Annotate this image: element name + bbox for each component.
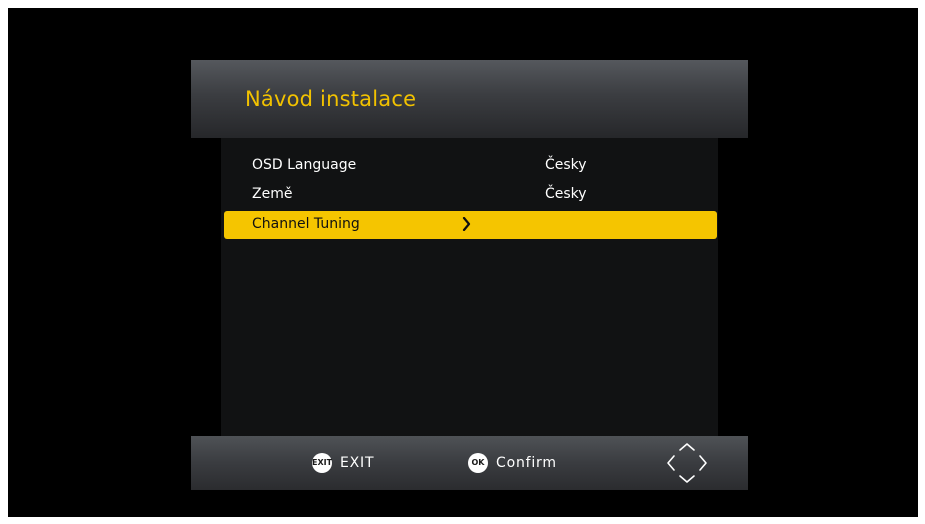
menu-item-label: OSD Language — [252, 157, 357, 173]
menu-item-label: Channel Tuning — [252, 216, 360, 232]
installation-wizard-dialog: Návod instalace OSD Language Česky Země … — [191, 60, 748, 490]
confirm-hint[interactable]: OK Confirm — [468, 453, 557, 473]
dialog-header: Návod instalace — [191, 60, 748, 138]
chevron-right-icon — [462, 217, 471, 231]
menu-item-country[interactable]: Země Česky — [221, 181, 718, 209]
ok-key-icon: OK — [468, 453, 488, 473]
menu-item-osd-language[interactable]: OSD Language Česky — [221, 152, 718, 180]
menu-item-channel-tuning[interactable]: Channel Tuning — [224, 211, 717, 239]
arrow-keys-icon — [667, 443, 707, 483]
exit-key-icon: EXIT — [312, 453, 332, 473]
dialog-title: Návod instalace — [245, 87, 417, 111]
exit-hint[interactable]: EXIT EXIT — [312, 453, 374, 473]
menu-list: OSD Language Česky Země Česky Channel Tu… — [221, 138, 718, 436]
dialog-footer: EXIT EXIT OK Confirm — [191, 436, 748, 490]
menu-item-label: Země — [252, 186, 293, 202]
tv-screen: Návod instalace OSD Language Česky Země … — [8, 8, 918, 517]
menu-item-value: Česky — [545, 186, 587, 202]
exit-hint-label: EXIT — [340, 455, 375, 471]
menu-item-value: Česky — [545, 157, 587, 173]
confirm-hint-label: Confirm — [496, 455, 557, 471]
